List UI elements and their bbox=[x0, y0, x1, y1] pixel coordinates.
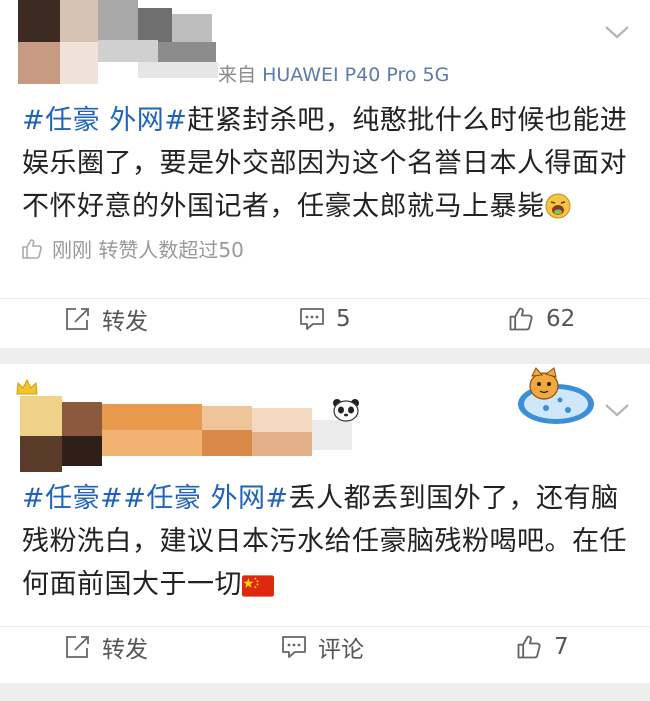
hashtag-link[interactable]: #任豪 外网# bbox=[123, 483, 288, 514]
feed-divider bbox=[0, 348, 650, 364]
repost-label: 转发 bbox=[102, 309, 148, 335]
thumbs-up-icon bbox=[509, 307, 533, 331]
crown-icon bbox=[16, 379, 38, 395]
thumbs-up-icon bbox=[517, 635, 541, 659]
meta-text: 刚刚 转赞人数超过50 bbox=[52, 238, 244, 262]
comment-count: 5 bbox=[336, 306, 351, 332]
action-bar: 转发 评论 7 bbox=[0, 626, 650, 667]
device-name[interactable]: HUAWEI P40 Pro 5G bbox=[262, 64, 449, 86]
comment-button[interactable]: 5 bbox=[298, 299, 351, 339]
chevron-down-icon[interactable] bbox=[604, 402, 630, 418]
share-icon bbox=[66, 636, 89, 658]
mascot-badge-icon bbox=[518, 367, 594, 424]
hashtag-link[interactable]: #任豪# bbox=[22, 483, 123, 514]
avatar[interactable] bbox=[18, 0, 218, 86]
like-count: 7 bbox=[554, 634, 569, 660]
comment-label: 评论 bbox=[318, 637, 364, 663]
thumbs-up-icon bbox=[22, 238, 42, 259]
action-bar: 转发 5 62 bbox=[0, 298, 650, 339]
panda-icon bbox=[333, 399, 359, 422]
post-text: #任豪 外网#赶紧封杀吧，纯憨批什么时候也能进娱乐圈了，要是外交部因为这个名誉日… bbox=[22, 99, 632, 228]
chevron-down-icon[interactable] bbox=[604, 24, 630, 40]
post-card: 来自 HUAWEI P40 Pro 5G #任豪 外网#赶紧封杀吧，纯憨批什么时… bbox=[0, 0, 650, 348]
share-icon bbox=[66, 308, 89, 330]
like-count: 62 bbox=[546, 306, 576, 332]
like-button[interactable]: 7 bbox=[514, 627, 569, 667]
post-source: 来自 HUAWEI P40 Pro 5G bbox=[218, 60, 449, 87]
repost-button[interactable]: 转发 bbox=[64, 627, 148, 667]
feed-divider bbox=[0, 683, 650, 701]
repost-button[interactable]: 转发 bbox=[64, 299, 148, 339]
source-prefix: 来自 bbox=[218, 64, 257, 86]
like-button[interactable]: 62 bbox=[506, 299, 575, 339]
china-flag-icon bbox=[242, 575, 274, 597]
avatar[interactable] bbox=[20, 392, 360, 474]
comment-icon bbox=[300, 308, 324, 330]
hashtag-link[interactable]: #任豪 外网# bbox=[22, 105, 187, 136]
repost-label: 转发 bbox=[102, 637, 148, 663]
post-meta: 刚刚 转赞人数超过50 bbox=[20, 234, 244, 263]
post-text: #任豪##任豪 外网#丢人都丢到国外了，还有脑残粉洗白，建议日本污水给任豪脑残粉… bbox=[22, 477, 632, 606]
comment-button[interactable]: 评论 bbox=[280, 627, 364, 667]
vomit-emoji-icon bbox=[545, 193, 570, 219]
comment-icon bbox=[282, 636, 306, 658]
post-card: #任豪##任豪 外网#丢人都丢到国外了，还有脑残粉洗白，建议日本污水给任豪脑残粉… bbox=[0, 364, 650, 683]
